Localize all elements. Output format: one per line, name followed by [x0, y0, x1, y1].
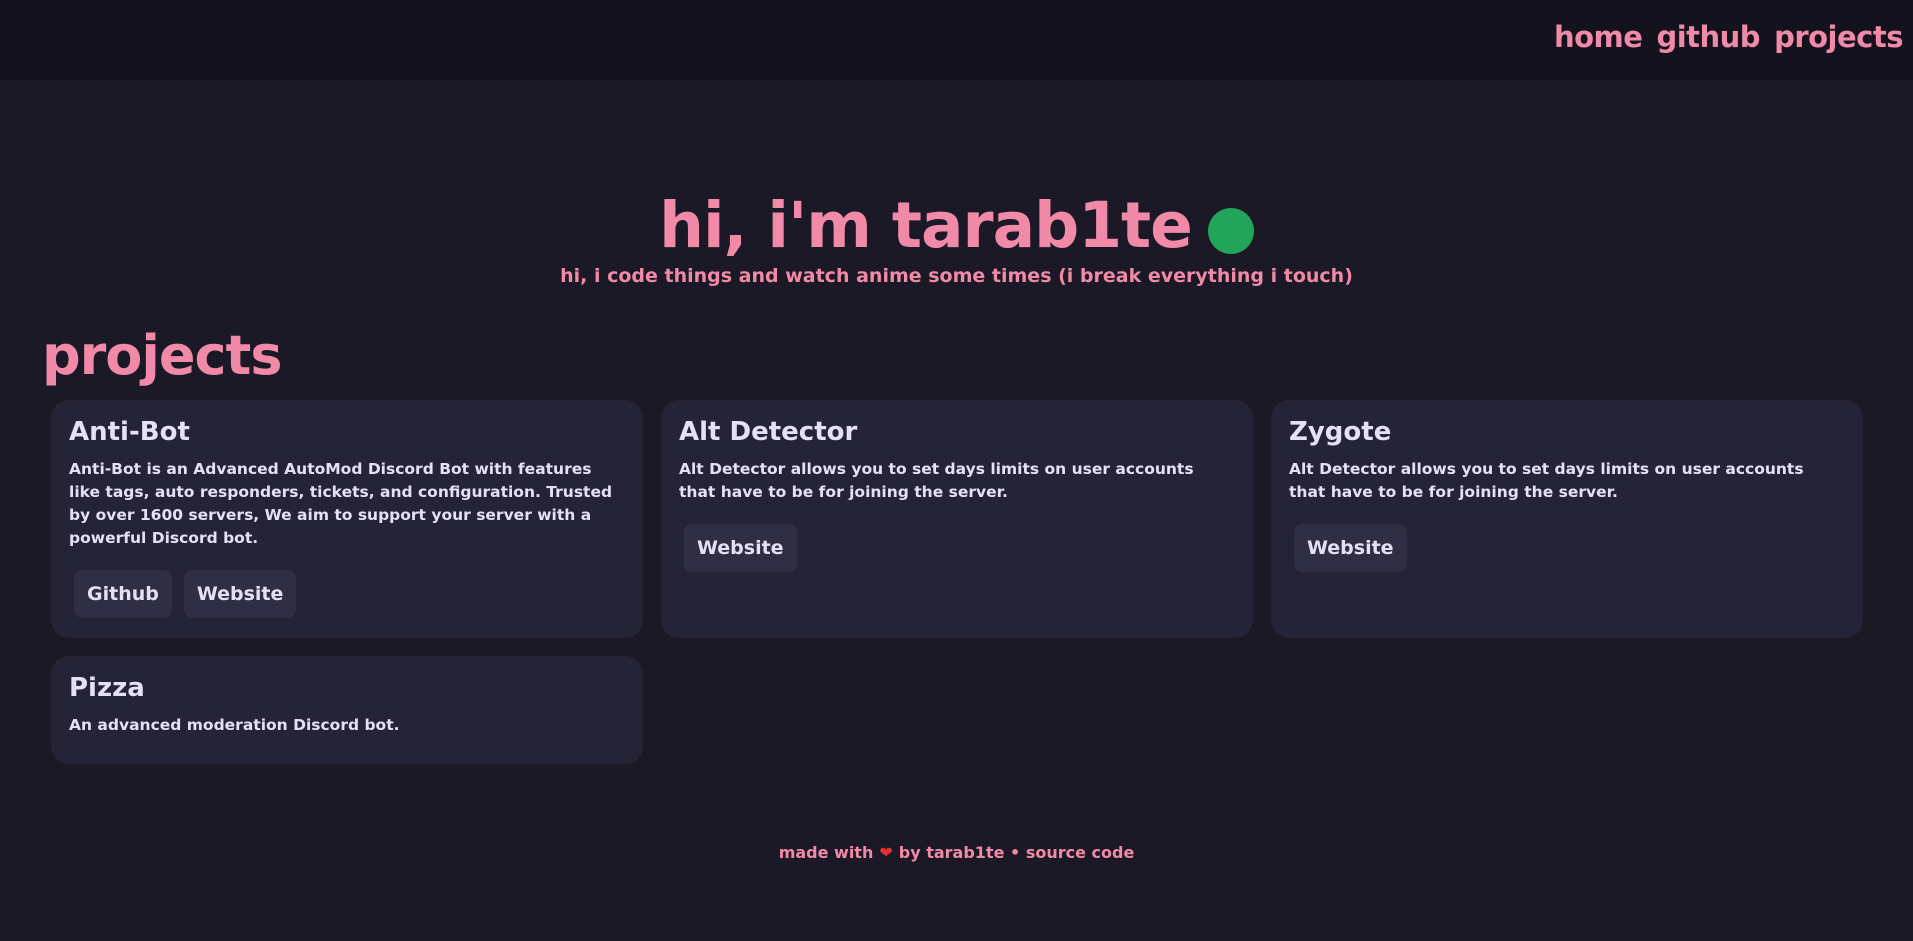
nav-github-link[interactable]: github — [1656, 20, 1760, 54]
github-button[interactable]: Github — [74, 570, 172, 618]
hero-title-row: hi, i'm tarab1te — [659, 186, 1254, 266]
hero-title: hi, i'm tarab1te — [659, 189, 1193, 262]
project-description: Alt Detector allows you to set days limi… — [1289, 460, 1804, 501]
project-buttons: Github Website — [69, 570, 625, 618]
footer: made with ❤ by tarab1te • source code — [0, 843, 1913, 862]
footer-made-with: made with — [778, 843, 874, 862]
hero: hi, i'm tarab1te hi, i code things and w… — [0, 186, 1913, 288]
project-title: Pizza — [69, 673, 145, 703]
projects-grid: Anti-Bot Anti-Bot is an Advanced AutoMod… — [51, 400, 1863, 764]
project-title: Alt Detector — [679, 417, 858, 447]
website-button[interactable]: Website — [183, 570, 297, 618]
project-card-alt-detector: Alt Detector Alt Detector allows you to … — [661, 400, 1253, 638]
project-card-pizza: Pizza An advanced moderation Discord bot… — [51, 656, 643, 764]
project-card-anti-bot: Anti-Bot Anti-Bot is an Advanced AutoMod… — [51, 400, 643, 638]
nav-home-link[interactable]: home — [1554, 20, 1643, 54]
website-button[interactable]: Website — [684, 524, 797, 572]
project-card-zygote: Zygote Alt Detector allows you to set da… — [1271, 400, 1863, 638]
nav-projects-link[interactable]: projects — [1774, 20, 1903, 54]
project-buttons: Website — [1289, 524, 1845, 572]
footer-by: by tarab1te — [898, 843, 1005, 862]
project-description: Anti-Bot is an Advanced AutoMod Discord … — [69, 460, 613, 547]
top-bar: home github projects — [0, 0, 1913, 80]
source-code-link[interactable]: source code — [1026, 843, 1134, 862]
website-button[interactable]: Website — [1294, 524, 1407, 572]
project-title: Zygote — [1289, 417, 1392, 447]
projects-heading: projects — [42, 324, 282, 387]
project-description: An advanced moderation Discord bot. — [69, 716, 400, 734]
status-dot-icon — [1207, 208, 1254, 254]
footer-separator: • — [1010, 843, 1021, 862]
project-title: Anti-Bot — [69, 417, 190, 447]
heart-icon: ❤ — [879, 843, 893, 862]
project-description: Alt Detector allows you to set days limi… — [679, 460, 1194, 501]
top-nav: home github projects — [1554, 20, 1904, 54]
project-buttons: Website — [679, 524, 1235, 572]
hero-subtitle: hi, i code things and watch anime some t… — [560, 265, 1353, 287]
